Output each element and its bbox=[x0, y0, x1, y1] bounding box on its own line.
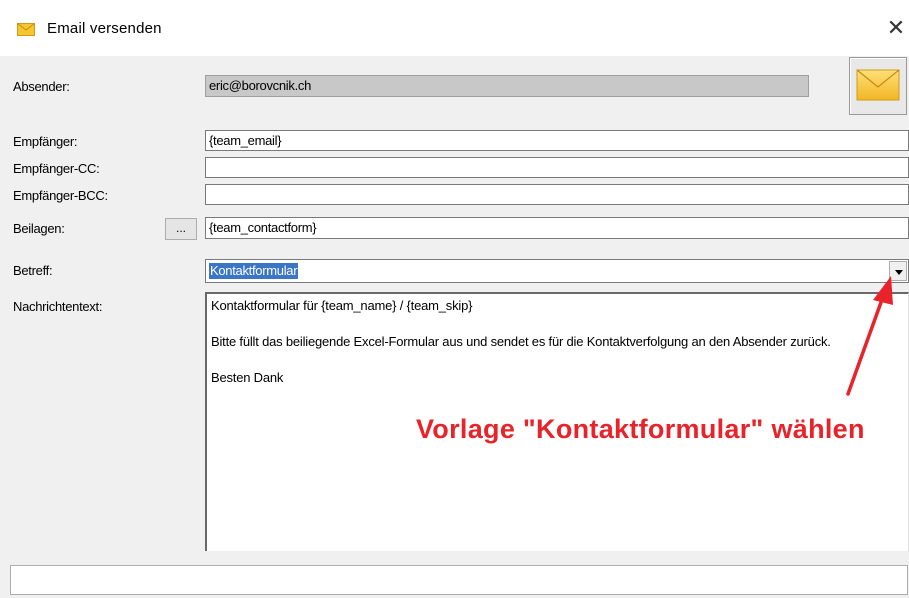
body-label: Nachrichtentext: bbox=[13, 299, 103, 314]
window-title: Email versenden bbox=[47, 20, 162, 37]
body-line: Besten Dank bbox=[211, 370, 284, 385]
body-line: Bitte füllt das beiliegende Excel-Formul… bbox=[211, 334, 831, 349]
sender-label: Absender: bbox=[13, 79, 70, 94]
envelope-send-icon bbox=[856, 69, 900, 101]
body-blank-line bbox=[211, 351, 904, 369]
status-bar bbox=[10, 565, 908, 595]
to-label: Empfänger: bbox=[13, 134, 78, 149]
sender-field[interactable]: eric@borovcnik.ch bbox=[205, 75, 809, 97]
subject-label: Betreff: bbox=[13, 263, 53, 278]
cc-field[interactable] bbox=[205, 157, 909, 178]
send-button[interactable] bbox=[849, 57, 907, 115]
cc-label: Empfänger-CC: bbox=[13, 161, 100, 176]
annotation-text: Vorlage "Kontaktformular" wählen bbox=[416, 414, 865, 444]
close-button[interactable]: ✕ bbox=[884, 14, 908, 42]
attachments-field[interactable]: {team_contactform} bbox=[205, 217, 909, 239]
body-line: Kontaktformular für {team_name} / {team_… bbox=[211, 298, 473, 313]
subject-dropdown[interactable]: Kontaktformular bbox=[205, 259, 909, 283]
bcc-label: Empfänger-BCC: bbox=[13, 188, 108, 203]
envelope-icon bbox=[17, 23, 35, 36]
body-blank-line bbox=[211, 315, 904, 333]
bcc-field[interactable] bbox=[205, 184, 909, 205]
dropdown-arrow-icon[interactable] bbox=[889, 261, 907, 281]
to-field[interactable]: {team_email} bbox=[205, 130, 909, 151]
attachments-label: Beilagen: bbox=[13, 221, 65, 236]
title-bar: Email versenden ✕ bbox=[0, 0, 909, 56]
browse-attachments-button[interactable]: ... bbox=[165, 218, 197, 240]
subject-selected-value: Kontaktformular bbox=[209, 263, 299, 279]
